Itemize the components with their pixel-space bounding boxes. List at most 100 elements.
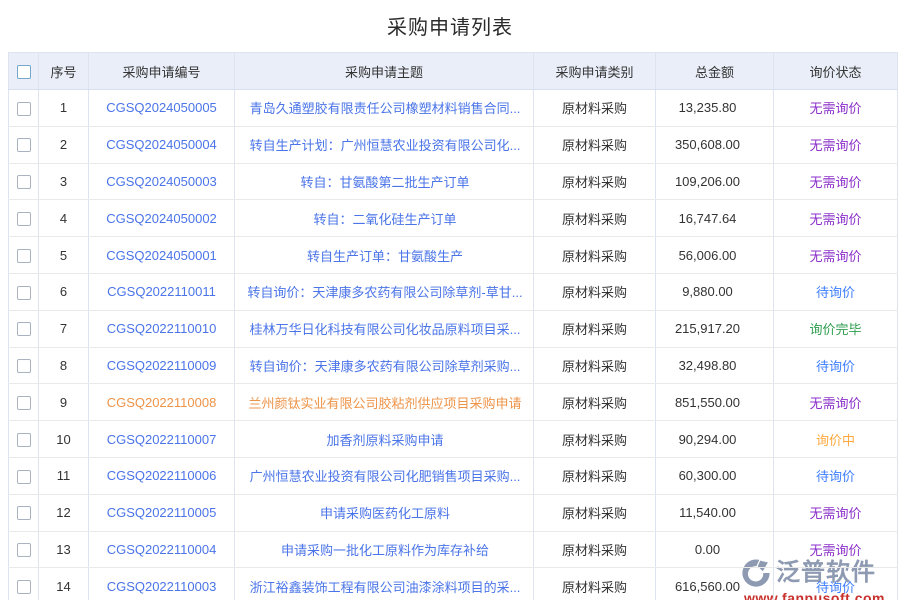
row-serial: 4 bbox=[39, 200, 89, 237]
table-row: 5 CGSQ2024050001 转自生产订单：甘氨酸生产 原材料采购 56,0… bbox=[9, 237, 898, 274]
page-title: 采购申请列表 bbox=[0, 11, 900, 40]
row-status: 询价中 bbox=[774, 421, 898, 458]
row-checkbox-cell bbox=[9, 273, 39, 310]
header-subject: 采购申请主题 bbox=[235, 53, 534, 90]
row-request-number-link[interactable]: CGSQ2022110007 bbox=[107, 432, 217, 447]
row-subject-link[interactable]: 转自生产订单：甘氨酸生产 bbox=[307, 249, 463, 264]
row-subject-link[interactable]: 青岛久通塑胶有限责任公司橡塑材料销售合同... bbox=[250, 101, 521, 116]
row-subject-link[interactable]: 申请采购医药化工原料 bbox=[320, 506, 450, 521]
row-checkbox[interactable] bbox=[17, 470, 31, 484]
header-total-amount: 总金额 bbox=[656, 53, 774, 90]
row-serial: 8 bbox=[39, 347, 89, 384]
row-request-number-link[interactable]: CGSQ2024050005 bbox=[106, 100, 217, 115]
row-checkbox-cell bbox=[9, 310, 39, 347]
row-request-number-link[interactable]: CGSQ2024050004 bbox=[106, 137, 217, 152]
row-subject-link[interactable]: 转自询价：天津康多农药有限公司除草剂-草甘... bbox=[247, 285, 522, 300]
row-subject-link[interactable]: 转自生产计划：广州恒慧农业投资有限公司化... bbox=[250, 138, 521, 153]
row-status: 无需询价 bbox=[774, 126, 898, 163]
row-checkbox[interactable] bbox=[17, 580, 31, 594]
row-amount: 32,498.80 bbox=[656, 347, 774, 384]
row-category: 原材料采购 bbox=[534, 163, 656, 200]
row-checkbox[interactable] bbox=[17, 249, 31, 263]
row-checkbox[interactable] bbox=[17, 175, 31, 189]
row-category: 原材料采购 bbox=[534, 457, 656, 494]
row-category: 原材料采购 bbox=[534, 310, 656, 347]
row-category: 原材料采购 bbox=[534, 126, 656, 163]
row-subject-link[interactable]: 转自：二氧化硅生产订单 bbox=[313, 212, 456, 227]
table-row: 4 CGSQ2024050002 转自：二氧化硅生产订单 原材料采购 16,74… bbox=[9, 200, 898, 237]
row-amount: 60,300.00 bbox=[656, 457, 774, 494]
table-row: 13 CGSQ2022110004 申请采购一批化工原料作为库存补给 原材料采购… bbox=[9, 531, 898, 568]
row-checkbox[interactable] bbox=[17, 322, 31, 336]
row-checkbox[interactable] bbox=[17, 102, 31, 116]
row-amount: 56,006.00 bbox=[656, 237, 774, 274]
row-subject-link[interactable]: 广州恒慧农业投资有限公司化肥销售项目采购... bbox=[250, 469, 521, 484]
row-checkbox[interactable] bbox=[17, 543, 31, 557]
row-status: 待询价 bbox=[774, 273, 898, 310]
row-request-number-link[interactable]: CGSQ2022110010 bbox=[107, 321, 217, 336]
header-inquiry-status: 询价状态 bbox=[774, 53, 898, 90]
row-subject-link[interactable]: 加香剂原料采购申请 bbox=[326, 433, 443, 448]
row-request-number-link[interactable]: CGSQ2022110006 bbox=[107, 468, 217, 483]
row-checkbox[interactable] bbox=[17, 138, 31, 152]
row-request-number-link[interactable]: CGSQ2022110003 bbox=[107, 579, 217, 594]
table-row: 3 CGSQ2024050003 转自：甘氨酸第二批生产订单 原材料采购 109… bbox=[9, 163, 898, 200]
row-status: 无需询价 bbox=[774, 237, 898, 274]
row-subject-link[interactable]: 浙江裕鑫装饰工程有限公司油漆涂料项目的采... bbox=[250, 580, 521, 595]
header-serial: 序号 bbox=[39, 53, 89, 90]
select-all-checkbox[interactable] bbox=[17, 65, 31, 79]
row-status: 无需询价 bbox=[774, 384, 898, 421]
header-select-all-cell bbox=[9, 53, 39, 90]
row-amount: 109,206.00 bbox=[656, 163, 774, 200]
row-checkbox[interactable] bbox=[17, 433, 31, 447]
row-request-number-link[interactable]: CGSQ2022110004 bbox=[107, 542, 217, 557]
table-row: 14 CGSQ2022110003 浙江裕鑫装饰工程有限公司油漆涂料项目的采..… bbox=[9, 568, 898, 600]
row-serial: 11 bbox=[39, 457, 89, 494]
purchase-request-table-container: 序号 采购申请编号 采购申请主题 采购申请类别 总金额 询价状态 1 CGSQ2… bbox=[0, 52, 900, 600]
row-category: 原材料采购 bbox=[534, 421, 656, 458]
row-checkbox[interactable] bbox=[17, 396, 31, 410]
row-serial: 2 bbox=[39, 126, 89, 163]
row-amount: 851,550.00 bbox=[656, 384, 774, 421]
row-checkbox-cell bbox=[9, 421, 39, 458]
row-amount: 0.00 bbox=[656, 531, 774, 568]
row-status: 无需询价 bbox=[774, 494, 898, 531]
row-amount: 350,608.00 bbox=[656, 126, 774, 163]
row-checkbox-cell bbox=[9, 568, 39, 600]
row-request-number-link[interactable]: CGSQ2022110005 bbox=[107, 505, 217, 520]
row-checkbox[interactable] bbox=[17, 506, 31, 520]
row-serial: 10 bbox=[39, 421, 89, 458]
row-serial: 7 bbox=[39, 310, 89, 347]
row-subject-link[interactable]: 兰州颜钛实业有限公司胶粘剂供应项目采购申请 bbox=[248, 396, 521, 411]
row-amount: 16,747.64 bbox=[656, 200, 774, 237]
row-status: 待询价 bbox=[774, 568, 898, 600]
row-checkbox-cell bbox=[9, 237, 39, 274]
row-request-number-link[interactable]: CGSQ2024050001 bbox=[106, 248, 217, 263]
row-subject-link[interactable]: 申请采购一批化工原料作为库存补给 bbox=[281, 543, 489, 558]
row-amount: 13,235.80 bbox=[656, 90, 774, 127]
row-amount: 9,880.00 bbox=[656, 273, 774, 310]
row-category: 原材料采购 bbox=[534, 531, 656, 568]
row-status: 待询价 bbox=[774, 347, 898, 384]
row-subject-link[interactable]: 转自：甘氨酸第二批生产订单 bbox=[300, 175, 469, 190]
table-row: 8 CGSQ2022110009 转自询价：天津康多农药有限公司除草剂采购...… bbox=[9, 347, 898, 384]
row-checkbox[interactable] bbox=[17, 286, 31, 300]
row-checkbox-cell bbox=[9, 90, 39, 127]
table-header-row: 序号 采购申请编号 采购申请主题 采购申请类别 总金额 询价状态 bbox=[9, 53, 898, 90]
row-category: 原材料采购 bbox=[534, 273, 656, 310]
row-checkbox[interactable] bbox=[17, 212, 31, 226]
table-row: 2 CGSQ2024050004 转自生产计划：广州恒慧农业投资有限公司化...… bbox=[9, 126, 898, 163]
row-subject-link[interactable]: 转自询价：天津康多农药有限公司除草剂采购... bbox=[250, 359, 521, 374]
row-request-number-link[interactable]: CGSQ2022110011 bbox=[107, 284, 216, 299]
row-amount: 90,294.00 bbox=[656, 421, 774, 458]
row-subject-link[interactable]: 桂林万华日化科技有限公司化妆品原料项目采... bbox=[250, 322, 521, 337]
row-request-number-link[interactable]: CGSQ2022110009 bbox=[107, 358, 217, 373]
row-request-number-link[interactable]: CGSQ2024050003 bbox=[106, 174, 217, 189]
row-status: 无需询价 bbox=[774, 90, 898, 127]
row-request-number-link[interactable]: CGSQ2024050002 bbox=[106, 211, 217, 226]
row-checkbox-cell bbox=[9, 200, 39, 237]
row-category: 原材料采购 bbox=[534, 200, 656, 237]
row-checkbox[interactable] bbox=[17, 359, 31, 373]
row-request-number-link[interactable]: CGSQ2022110008 bbox=[107, 395, 217, 410]
table-row: 6 CGSQ2022110011 转自询价：天津康多农药有限公司除草剂-草甘..… bbox=[9, 273, 898, 310]
